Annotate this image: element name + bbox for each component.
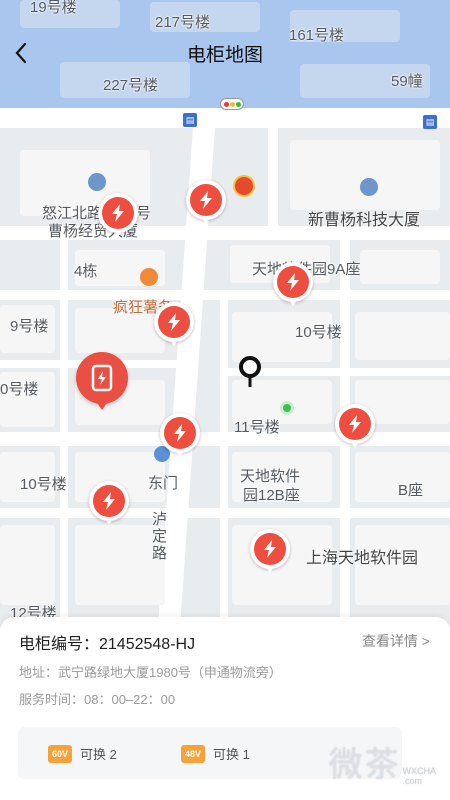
map-building: [290, 140, 440, 210]
cabinet-address: 地址：武宁路绿地大厦1980号（申通物流旁）: [19, 665, 282, 680]
map-label: 东门: [148, 475, 179, 492]
map-label: 园12B座: [243, 487, 300, 504]
traffic-light-icon: [220, 98, 244, 110]
cabinet-pin[interactable]: [273, 262, 313, 308]
map-label: 10号楼: [20, 476, 67, 493]
lightning-icon: [103, 492, 115, 510]
cabinet-pin[interactable]: [89, 481, 129, 527]
lightning-icon: [168, 313, 180, 331]
watermark-text: 微茶: [328, 745, 401, 785]
swap-count: 可换 2: [80, 747, 117, 762]
map-building: [0, 525, 55, 605]
bus-stop-icon: ▤: [183, 113, 197, 127]
lightning-icon: [349, 415, 361, 433]
watermark-domain: WXCHA .com: [403, 766, 437, 786]
map-label: 路: [152, 545, 168, 562]
service-hours: 服务时间：08：00–22：00: [19, 692, 176, 707]
building-poi-icon: [88, 173, 106, 191]
map-label: 10号楼: [295, 324, 342, 341]
watermark-bottom: .com: [402, 776, 423, 786]
map-label: 天地软件: [240, 468, 301, 485]
watermark-logo: 微茶 WXCHA .com: [329, 737, 437, 786]
cabinet-pin[interactable]: [154, 302, 194, 348]
map-label: 号: [136, 205, 152, 222]
availability-48v: 48V 可换 1: [181, 744, 250, 763]
road: [0, 508, 450, 518]
header: 电柜地图: [0, 0, 450, 66]
location-marker-icon: [238, 356, 262, 390]
map-label: 227号楼: [103, 77, 159, 94]
current-position-dot: [280, 401, 294, 415]
lightning-icon: [264, 540, 276, 558]
road: [268, 120, 278, 240]
lightning-icon: [287, 273, 299, 291]
road: [60, 240, 68, 620]
map-label: 上海天地软件园: [306, 550, 419, 567]
map-label: 9号楼: [10, 318, 49, 335]
map-label: 新曹杨科技大厦: [308, 212, 421, 229]
lightning-icon: [174, 424, 186, 442]
battery-cabinet-icon: [91, 364, 113, 392]
map-building: [355, 312, 450, 360]
bus-stop-icon: ▤: [423, 115, 437, 129]
lightning-icon: [112, 204, 124, 222]
map-label: 0号楼: [0, 381, 39, 398]
road: [0, 108, 450, 128]
map-building: [360, 250, 440, 284]
cabinet-pin[interactable]: [160, 413, 200, 459]
cabinet-pin[interactable]: [250, 529, 290, 575]
cabinet-pin[interactable]: [186, 180, 226, 226]
map-label: 59幢: [391, 73, 423, 90]
selected-cabinet-pin[interactable]: [76, 352, 128, 412]
page-title: 电柜地图: [186, 45, 263, 66]
watermark-top: WXCHA: [402, 766, 437, 776]
road: [220, 300, 228, 620]
map-label: 11号楼: [234, 419, 280, 436]
map-label: 4栋: [74, 263, 98, 280]
map-label: B座: [398, 482, 424, 499]
availability-60v: 60V 可换 2: [48, 744, 117, 763]
voltage-badge: 48V: [181, 744, 205, 763]
lightning-icon: [200, 191, 212, 209]
swap-count: 可换 1: [213, 747, 250, 762]
cabinet-pin[interactable]: [335, 404, 375, 450]
view-details-link[interactable]: 查看详情 >: [362, 631, 430, 651]
restaurant-icon: [140, 268, 158, 286]
cabinet-number: 电柜编号：21452548-HJ: [19, 636, 196, 653]
voltage-badge: 60V: [48, 744, 72, 763]
cabinet-pin[interactable]: [98, 193, 138, 239]
gas-station-icon: [233, 175, 255, 197]
building-poi-icon: [360, 178, 378, 196]
